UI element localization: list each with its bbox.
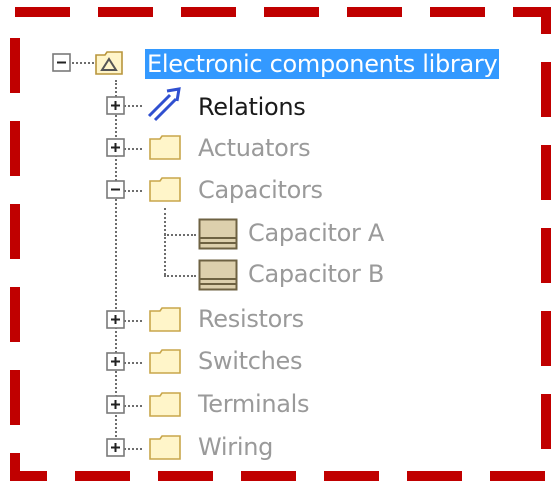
capacitor-block-icon <box>198 259 238 291</box>
tree-node-capacitor-b[interactable]: Capacitor B <box>246 254 386 294</box>
expand-icon[interactable] <box>106 395 125 414</box>
folder-icon <box>149 135 181 160</box>
folder-icon <box>149 349 181 374</box>
folder-icon <box>149 177 181 202</box>
tree-connector <box>124 190 142 192</box>
tree-node-label[interactable]: Capacitor B <box>246 259 386 289</box>
tree-node-label[interactable]: Terminals <box>196 389 311 419</box>
tree-node-capacitors[interactable]: Capacitors <box>196 170 325 210</box>
tree-connector <box>164 234 196 236</box>
tree-connector <box>124 105 142 107</box>
tree-view[interactable]: Electronic components library Relations … <box>0 0 559 487</box>
tree-node-label[interactable]: Actuators <box>196 133 312 163</box>
tree-node-terminals[interactable]: Terminals <box>196 384 311 424</box>
expand-icon[interactable] <box>106 438 125 457</box>
tree-node-label[interactable]: Electronic components library <box>145 49 500 79</box>
tree-node-label[interactable]: Wiring <box>196 432 275 462</box>
tree-node-label[interactable]: Relations <box>196 92 308 122</box>
tree-connector <box>124 448 142 450</box>
tree-connector <box>124 148 142 150</box>
relations-icon <box>147 87 181 122</box>
expand-icon[interactable] <box>106 352 125 371</box>
folder-icon <box>149 392 181 417</box>
tree-connector <box>124 320 142 322</box>
tree-connector <box>124 405 142 407</box>
tree-node-switches[interactable]: Switches <box>196 341 304 381</box>
tree-connector <box>164 275 196 277</box>
tree-connector <box>72 62 94 64</box>
tree-connector <box>124 362 142 364</box>
folder-icon <box>149 307 181 332</box>
tree-node-wiring[interactable]: Wiring <box>196 427 275 467</box>
tree-node-resistors[interactable]: Resistors <box>196 299 306 339</box>
tree-node-label[interactable]: Switches <box>196 346 304 376</box>
tree-node-label[interactable]: Capacitor A <box>246 218 386 248</box>
folder-icon <box>149 435 181 460</box>
tree-node-relations[interactable]: Relations <box>196 87 308 127</box>
tree-connector <box>164 208 166 275</box>
tree-node-label[interactable]: Resistors <box>196 304 306 334</box>
capacitor-block-icon <box>198 218 238 250</box>
collapse-icon[interactable] <box>52 53 71 72</box>
tree-connector <box>115 80 117 448</box>
collapse-icon[interactable] <box>106 180 125 199</box>
tree-node-capacitor-a[interactable]: Capacitor A <box>246 213 386 253</box>
expand-icon[interactable] <box>106 310 125 329</box>
model-package-icon <box>95 51 123 75</box>
tree-node-actuators[interactable]: Actuators <box>196 128 312 168</box>
expand-icon[interactable] <box>106 138 125 157</box>
expand-icon[interactable] <box>106 96 125 115</box>
tree-node-label[interactable]: Capacitors <box>196 175 325 205</box>
